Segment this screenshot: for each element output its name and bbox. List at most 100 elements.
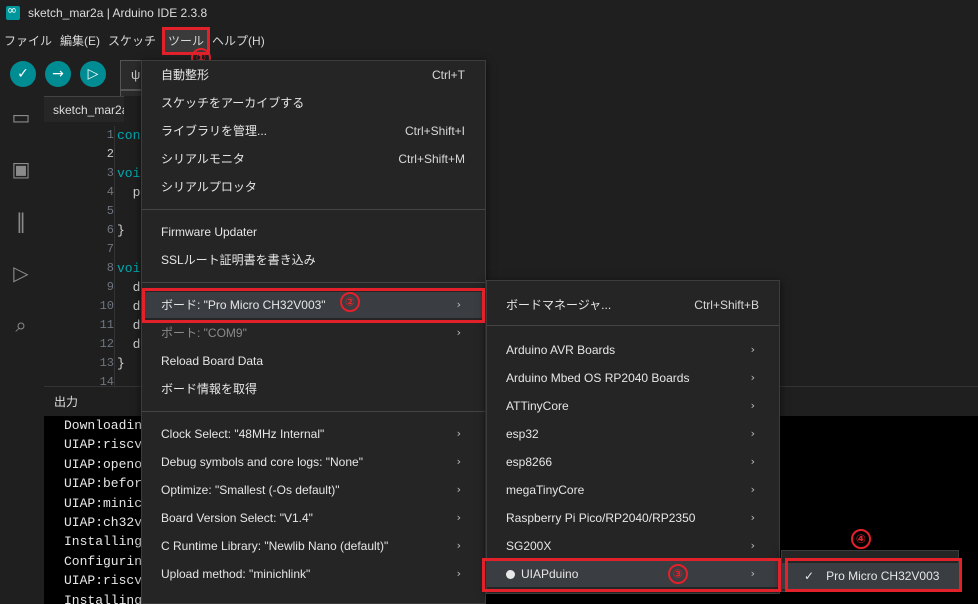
- line-number: 2: [106, 147, 114, 161]
- line-number: 4: [106, 185, 114, 199]
- library-icon[interactable]: ‖: [8, 208, 34, 234]
- menu-item-shortcut: Ctrl+Shift+I: [404, 124, 465, 138]
- chevron-right-icon: ›: [456, 539, 461, 552]
- menu-item-label: C Runtime Library: "Newlib Nano (default…: [161, 539, 389, 553]
- output-line: UIAP:riscv: [64, 573, 143, 589]
- chevron-right-icon: ›: [456, 511, 461, 524]
- line-number: 9: [106, 280, 114, 294]
- check-icon: ✓: [804, 569, 815, 583]
- menu-file[interactable]: ファイル: [0, 29, 56, 53]
- menu-help[interactable]: ヘルプ(H): [208, 29, 269, 53]
- folder-icon[interactable]: ▭: [8, 104, 34, 130]
- tools-upload-ssl-certs[interactable]: SSLルート証明書を書き込み: [142, 247, 485, 273]
- output-line: UIAP:openo: [64, 456, 143, 472]
- chevron-right-icon: ›: [750, 567, 755, 580]
- tools-upload-method[interactable]: Upload method: "minichlink" ›: [142, 561, 485, 587]
- line-number: 3: [106, 166, 114, 180]
- menu-item-label: esp32: [506, 427, 539, 441]
- chevron-right-icon: ›: [456, 567, 461, 580]
- tools-manage-libraries[interactable]: ライブラリを管理... Ctrl+Shift+I: [142, 118, 485, 144]
- chevron-right-icon: ›: [456, 427, 461, 440]
- step-4-badge: ④: [851, 529, 871, 549]
- menu-sketch[interactable]: スケッチ: [104, 29, 160, 53]
- tools-firmware-updater[interactable]: Firmware Updater: [142, 219, 485, 245]
- output-line: UIAP:riscv: [64, 437, 143, 453]
- board-attinycore[interactable]: ATTinyCore ›: [487, 393, 779, 419]
- output-line: Configurin: [64, 553, 143, 569]
- menu-item-label: Reload Board Data: [161, 354, 264, 368]
- uiapduino-submenu: ✓ Pro Micro CH32V003: [781, 550, 959, 592]
- chevron-right-icon: ›: [456, 455, 461, 468]
- menu-item-label: ATTinyCore: [506, 399, 569, 413]
- board-esp8266[interactable]: esp8266 ›: [487, 449, 779, 475]
- tools-clock-select[interactable]: Clock Select: "48MHz Internal" ›: [142, 421, 485, 447]
- menu-item-label: 自動整形: [161, 68, 210, 82]
- output-line: Installing: [64, 592, 143, 604]
- tools-board-version-select[interactable]: Board Version Select: "V1.4" ›: [142, 505, 485, 531]
- menu-item-label: Raspberry Pi Pico/RP2040/RP2350: [506, 511, 696, 525]
- boards-manager-icon[interactable]: ▣: [8, 156, 34, 182]
- board-sg200x[interactable]: SG200X ›: [487, 533, 779, 559]
- menu-bar: ファイル 編集(E) スケッチ ツール ヘルプ(H): [0, 27, 978, 55]
- radio-dot-icon: [506, 570, 515, 579]
- chevron-right-icon: ›: [750, 427, 755, 440]
- chevron-right-icon: ›: [750, 399, 755, 412]
- line-number: 6: [106, 223, 114, 237]
- menu-item-label: SG200X: [506, 539, 552, 553]
- board-esp32[interactable]: esp32 ›: [487, 421, 779, 447]
- output-line: Downloadin: [64, 418, 143, 433]
- search-icon[interactable]: ⌕: [8, 312, 34, 338]
- tools-board-menu-item[interactable]: ボード: "Pro Micro CH32V003" ›: [142, 292, 485, 318]
- menu-item-label: ボード: "Pro Micro CH32V003": [161, 298, 326, 312]
- chevron-right-icon: ›: [456, 298, 461, 311]
- window-title: sketch_mar2a | Arduino IDE 2.3.8: [28, 6, 208, 20]
- menu-item-label: megaTinyCore: [506, 483, 585, 497]
- tools-archive-sketch[interactable]: スケッチをアーカイブする: [142, 90, 485, 116]
- menu-item-label: Arduino AVR Boards: [506, 343, 616, 357]
- debug-button[interactable]: ▷: [80, 61, 106, 87]
- menu-item-label: ボードマネージャ...: [506, 298, 612, 312]
- tab-sketch[interactable]: sketch_mar2a: [44, 96, 124, 122]
- menu-item-label: Upload method: "minichlink": [161, 567, 311, 581]
- menu-item-shortcut: Ctrl+T: [432, 68, 465, 82]
- tools-reload-board-data[interactable]: Reload Board Data: [142, 348, 485, 374]
- line-number: 7: [106, 242, 114, 256]
- menu-item-shortcut: Ctrl+Shift+M: [398, 152, 465, 166]
- menu-item-label: ライブラリを管理...: [161, 124, 268, 138]
- title-bar: sketch_mar2a | Arduino IDE 2.3.8: [0, 0, 978, 26]
- verify-button[interactable]: ✓: [10, 61, 36, 87]
- tools-debug-symbols[interactable]: Debug symbols and core logs: "None" ›: [142, 449, 485, 475]
- tools-c-runtime-library[interactable]: C Runtime Library: "Newlib Nano (default…: [142, 533, 485, 559]
- menu-item-label: Board Version Select: "V1.4": [161, 511, 313, 525]
- board-arduino-mbed-rp2040[interactable]: Arduino Mbed OS RP2040 Boards ›: [487, 365, 779, 391]
- output-line: UIAP:minic: [64, 495, 143, 511]
- board-option-pro-micro[interactable]: ✓ Pro Micro CH32V003: [782, 563, 958, 589]
- menu-item-shortcut: Ctrl+Shift+B: [694, 298, 759, 312]
- upload-button[interactable]: →: [45, 61, 71, 87]
- tools-port-menu-item[interactable]: ポート: "COM9" ›: [142, 320, 485, 346]
- board-boards-manager[interactable]: ボードマネージャ... Ctrl+Shift+B: [487, 292, 779, 318]
- board-uiapduino[interactable]: UIAPduino ›: [487, 561, 779, 587]
- board-submenu: ボードマネージャ... Ctrl+Shift+B Arduino AVR Board…: [486, 280, 780, 594]
- line-number: 8: [106, 261, 114, 275]
- tools-optimize[interactable]: Optimize: "Smallest (-Os default)" ›: [142, 477, 485, 503]
- tools-serial-monitor[interactable]: シリアルモニタ Ctrl+Shift+M: [142, 146, 485, 172]
- board-arduino-avr[interactable]: Arduino AVR Boards ›: [487, 337, 779, 363]
- chevron-right-icon: ›: [750, 343, 755, 356]
- chevron-right-icon: ›: [750, 483, 755, 496]
- board-raspberry-pi-pico[interactable]: Raspberry Pi Pico/RP2040/RP2350 ›: [487, 505, 779, 531]
- menu-edit[interactable]: 編集(E): [56, 29, 104, 53]
- chevron-right-icon: ›: [750, 371, 755, 384]
- line-number: 12: [99, 337, 114, 351]
- tools-auto-format[interactable]: 自動整形 Ctrl+T: [142, 62, 485, 88]
- menu-separator: [487, 325, 779, 326]
- board-megatinycore[interactable]: megaTinyCore ›: [487, 477, 779, 503]
- board-option-label: Pro Micro CH32V003: [826, 569, 940, 583]
- tools-serial-plotter[interactable]: シリアルプロッタ: [142, 174, 485, 200]
- tools-get-board-info[interactable]: ボード情報を取得: [142, 376, 485, 402]
- menu-separator: [142, 411, 485, 412]
- arduino-logo-icon: [6, 3, 20, 20]
- line-number: 10: [99, 299, 114, 313]
- activity-bar: ▭ ▣ ‖ ▷ ⌕: [0, 96, 44, 376]
- debug-icon[interactable]: ▷: [8, 260, 34, 286]
